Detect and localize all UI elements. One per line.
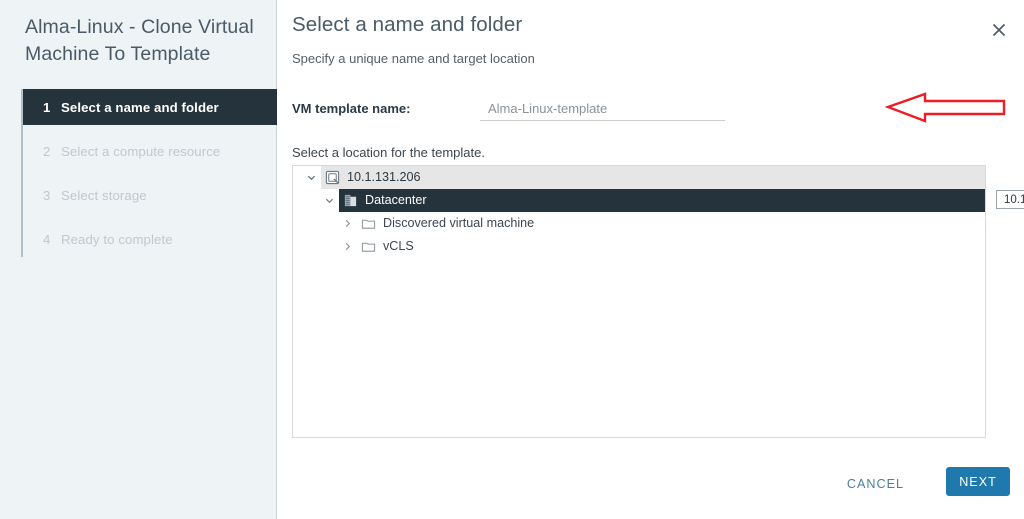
tree-row-label: 10.1.131.206 bbox=[347, 170, 421, 184]
clone-vm-to-template-wizard: Alma-Linux - Clone Virtual Machine To Te… bbox=[0, 0, 1024, 519]
step-number: 2 bbox=[43, 143, 51, 159]
location-tree[interactable]: 10.1.131.206 Datacenter Discovered virtu… bbox=[292, 165, 986, 438]
sidebar-step-ready-to-complete[interactable]: 4 Ready to complete bbox=[23, 221, 277, 257]
step-label: Select a name and folder bbox=[61, 99, 219, 115]
step-number: 4 bbox=[43, 231, 51, 247]
wizard-footer: CANCEL NEXT bbox=[277, 459, 1024, 519]
tree-row-discovered-virtual-machine[interactable]: Discovered virtual machine bbox=[293, 212, 985, 235]
step-label: Ready to complete bbox=[61, 231, 173, 247]
datacenter-icon bbox=[342, 193, 358, 209]
step-number: 1 bbox=[43, 99, 51, 115]
tree-row-label: Discovered virtual machine bbox=[383, 216, 535, 230]
step-label: Select storage bbox=[61, 187, 147, 203]
wizard-main-panel: Select a name and folder Specify a uniqu… bbox=[277, 0, 1024, 519]
wizard-step-list: 1 Select a name and folder 2 Select a co… bbox=[21, 89, 279, 257]
wizard-sidebar: Alma-Linux - Clone Virtual Machine To Te… bbox=[0, 0, 279, 519]
chevron-right-icon[interactable] bbox=[341, 240, 354, 253]
vm-template-name-input-wrap bbox=[480, 99, 725, 123]
tree-row-vcenter[interactable]: 10.1.131.206 bbox=[293, 166, 985, 189]
tree-row-tooltip: 10.1.131.206 bbox=[996, 190, 1024, 209]
tree-caption: Select a location for the template. bbox=[292, 145, 485, 160]
tree-row-vcls[interactable]: vCLS bbox=[293, 235, 985, 258]
vm-template-name-row: VM template name: bbox=[292, 99, 1012, 123]
close-button[interactable] bbox=[988, 19, 1010, 41]
vcenter-icon bbox=[324, 170, 340, 186]
folder-icon bbox=[360, 216, 376, 232]
folder-icon bbox=[360, 239, 376, 255]
step-label: Select a compute resource bbox=[61, 143, 221, 159]
chevron-down-icon[interactable] bbox=[305, 171, 318, 184]
page-subtitle: Specify a unique name and target locatio… bbox=[292, 51, 535, 66]
tree-row-label: Datacenter bbox=[365, 193, 427, 207]
cancel-button[interactable]: CANCEL bbox=[841, 469, 910, 499]
sidebar-step-select-storage[interactable]: 3 Select storage bbox=[23, 177, 277, 213]
tree-row-label: vCLS bbox=[383, 239, 414, 253]
vm-template-name-label: VM template name: bbox=[292, 101, 411, 116]
close-icon bbox=[992, 23, 1006, 37]
row-highlight bbox=[321, 166, 985, 189]
vm-template-name-input[interactable] bbox=[480, 99, 725, 121]
chevron-right-icon[interactable] bbox=[341, 217, 354, 230]
tree-row-datacenter[interactable]: Datacenter bbox=[293, 189, 985, 212]
wizard-title: Alma-Linux - Clone Virtual Machine To Te… bbox=[25, 16, 254, 65]
chevron-down-icon[interactable] bbox=[323, 194, 336, 207]
sidebar-step-select-a-name-and-folder[interactable]: 1 Select a name and folder bbox=[23, 89, 279, 125]
row-highlight-selected bbox=[339, 189, 985, 212]
sidebar-step-select-a-compute-resource[interactable]: 2 Select a compute resource bbox=[23, 133, 277, 169]
page-title: Select a name and folder bbox=[292, 13, 523, 36]
next-button[interactable]: NEXT bbox=[946, 467, 1010, 496]
step-number: 3 bbox=[43, 187, 51, 203]
